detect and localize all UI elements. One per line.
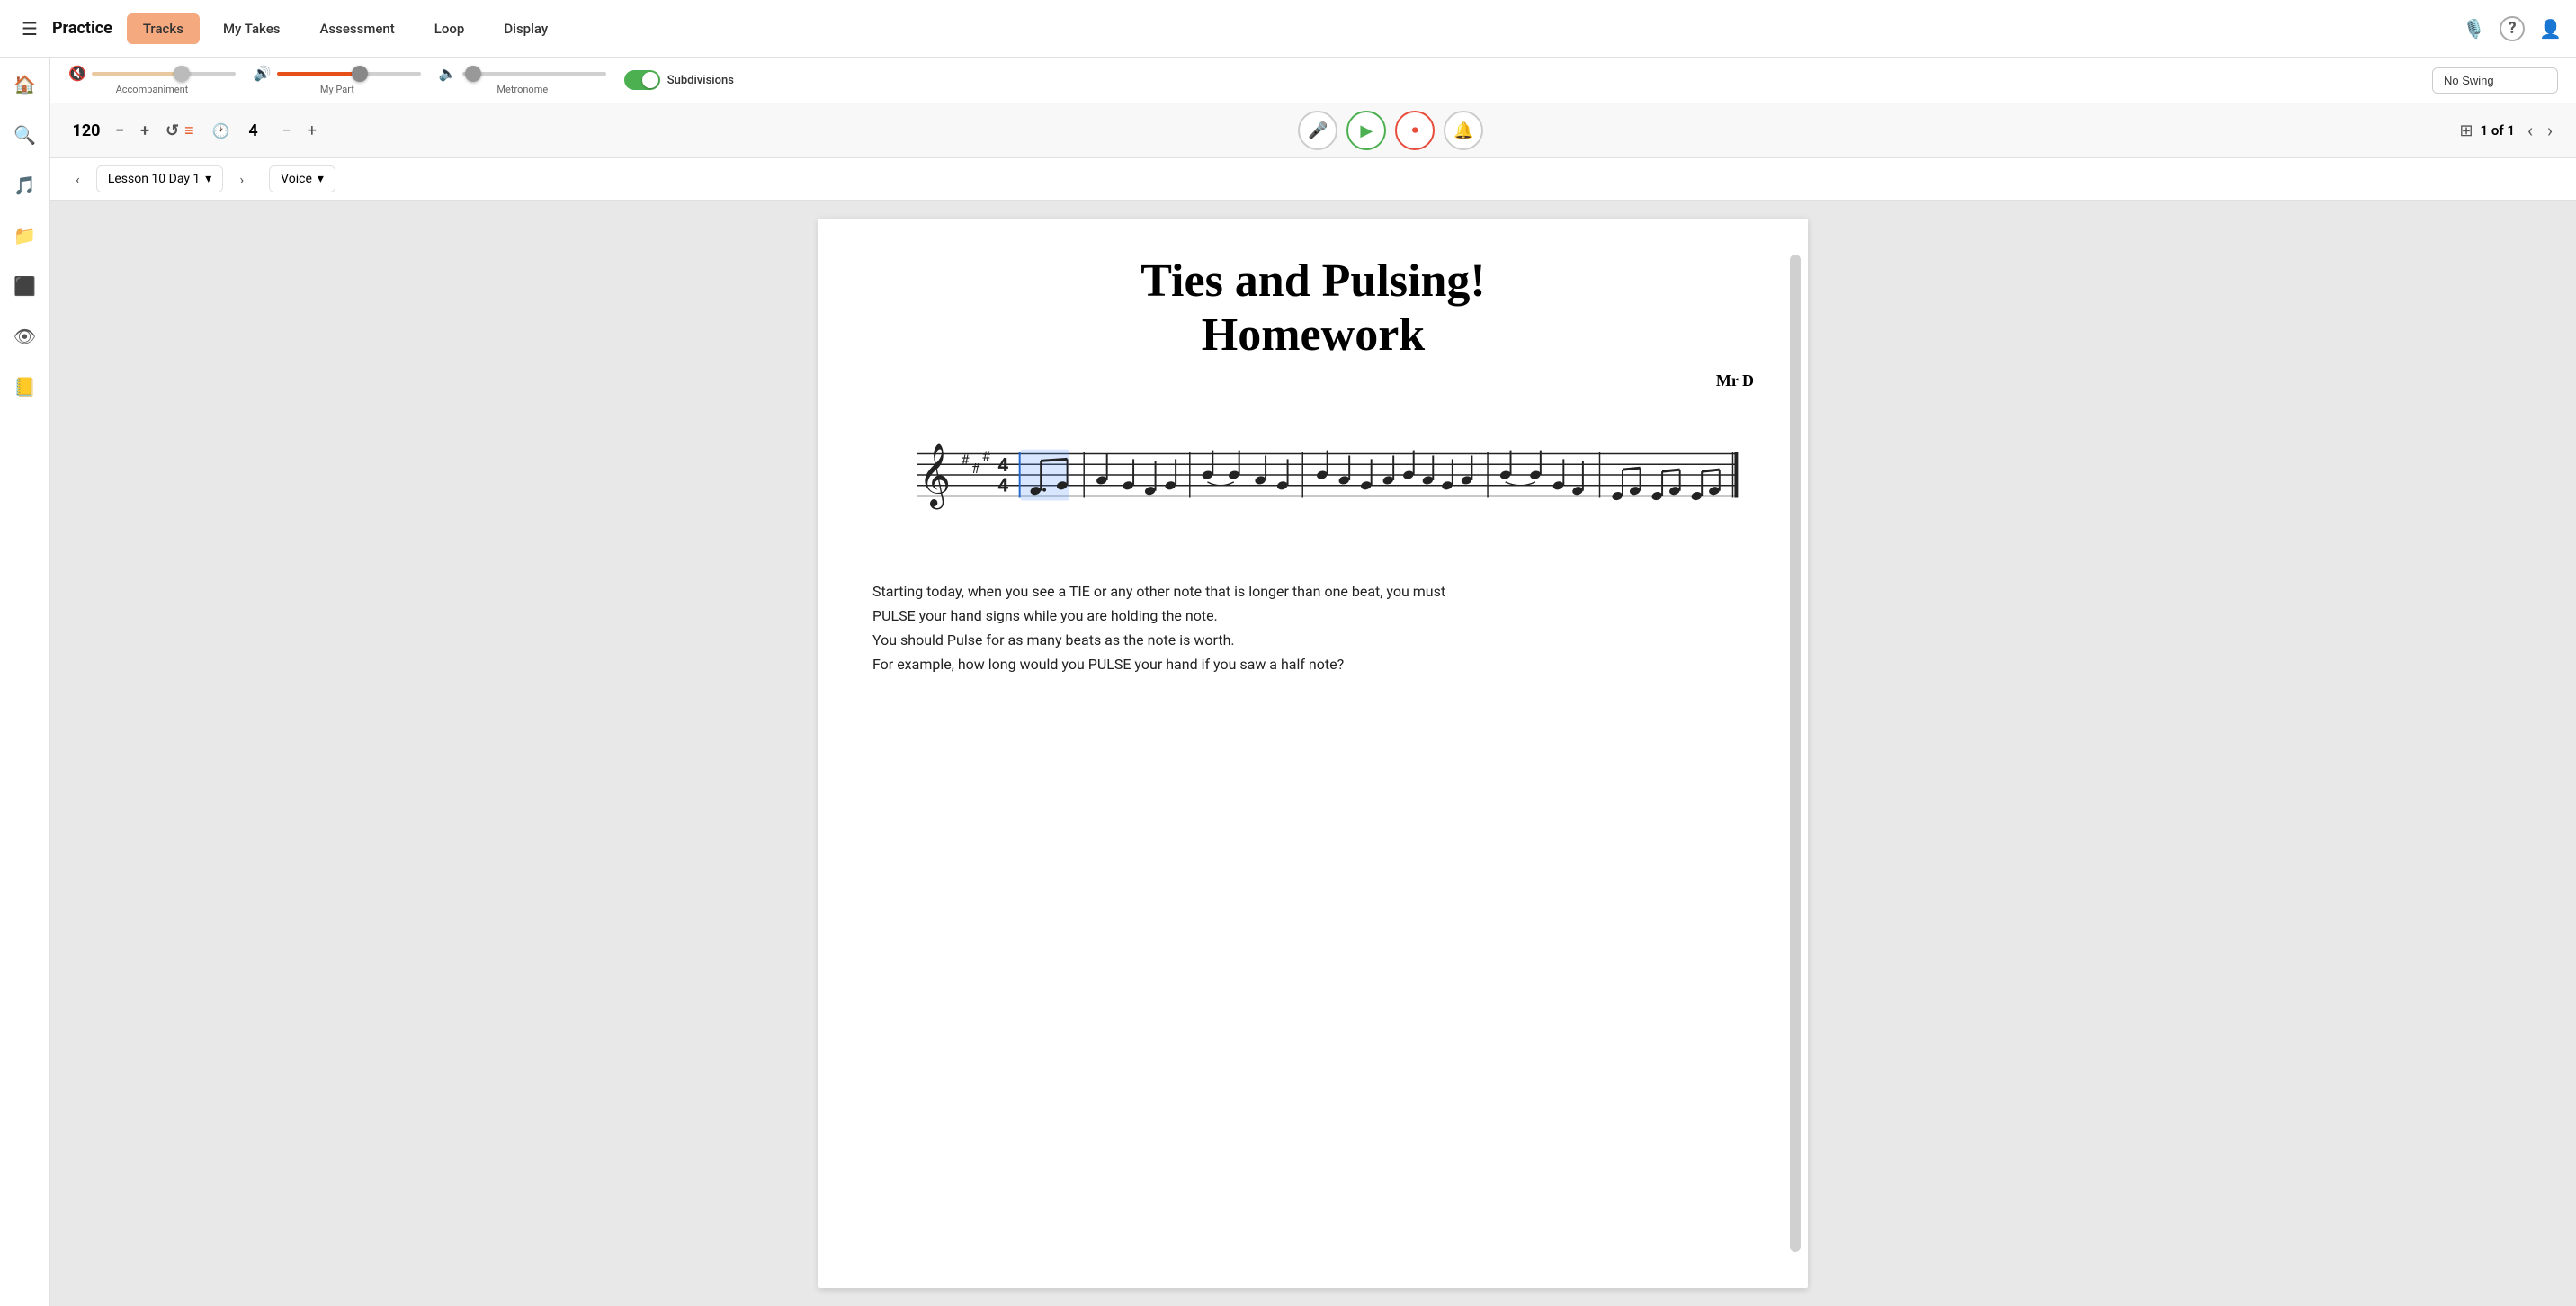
sidebar: 🏠 🔍 🎵 📁 ⬛ 👁 📒 (0, 58, 50, 1306)
play-button[interactable]: ▶ (1346, 111, 1386, 150)
record-icon: ⏺ (1412, 123, 1418, 138)
playback-right: ⊞ 1 of 1 ‹ › (2459, 118, 2558, 143)
top-nav: ☰ Practice Tracks My Takes Assessment Lo… (0, 0, 2576, 58)
voice-selector[interactable]: Voice ▾ (269, 165, 335, 192)
playback-bar: 120 − + ↺ ≡ 🕐 4 − + 🎤 ▶ (50, 103, 2576, 158)
score-composer: Mr D (872, 371, 1754, 390)
page-arrows: ‹ › (2522, 118, 2558, 143)
metronome-label: Metronome (496, 84, 548, 95)
accompaniment-label: Accompaniment (116, 84, 189, 95)
lesson-selector[interactable]: Lesson 10 Day 1 ▾ (96, 165, 224, 192)
my-part-label: My Part (320, 84, 354, 95)
tempo-section: 120 − + ↺ ≡ (68, 120, 194, 142)
filter-icon[interactable]: ≡ (184, 121, 194, 140)
score-area[interactable]: Ties and Pulsing! Homework Mr D 𝄞 (50, 201, 2576, 1306)
lesson-next-button[interactable]: › (232, 167, 251, 192)
svg-text:𝄞: 𝄞 (918, 443, 951, 509)
record-button[interactable]: ⏺ (1395, 111, 1435, 150)
accompaniment-slider[interactable] (92, 72, 236, 76)
beat-count-value: 4 (236, 121, 272, 140)
app-title: Practice (52, 19, 112, 38)
page-view-icon[interactable]: ⊞ (2459, 121, 2473, 140)
svg-text:4: 4 (997, 454, 1008, 477)
mic-button[interactable]: 🎤 (1298, 111, 1337, 150)
nav-tab-loop[interactable]: Loop (418, 13, 481, 44)
playback-controls: 🎤 ▶ ⏺ 🔔 (322, 111, 2459, 150)
page-info: 1 of 1 (2481, 122, 2515, 139)
tempo-increase-button[interactable]: + (135, 120, 155, 142)
help-icon[interactable]: ? (2500, 16, 2525, 41)
microphone-icon[interactable]: 🎙️ (2463, 18, 2485, 40)
desc-line-4: For example, how long would you PULSE yo… (872, 652, 1754, 676)
tempo-reset-icon[interactable]: ↺ (165, 121, 179, 140)
nav-right: 🎙️ ? 👤 (2463, 16, 2562, 41)
svg-text:#: # (961, 451, 970, 468)
lesson-bar: ‹ Lesson 10 Day 1 ▾ › Voice ▾ (50, 158, 2576, 201)
beat-count-section: 🕐 4 − + (212, 120, 322, 142)
clock-icon: 🕐 (212, 122, 230, 139)
lesson-dropdown-icon: ▾ (205, 172, 211, 186)
main-layout: 🏠 🔍 🎵 📁 ⬛ 👁 📒 🔇 Accompaniment (0, 58, 2576, 1306)
score-description: Starting today, when you see a TIE or an… (872, 579, 1754, 677)
voice-dropdown-icon: ▾ (318, 172, 324, 186)
score-title: Ties and Pulsing! Homework (872, 255, 1754, 362)
play-icon: ▶ (1360, 121, 1373, 140)
my-part-section: 🔊 My Part (254, 65, 421, 95)
music-staff-svg: 𝄞 # # # 4 4 (872, 417, 1754, 525)
accompaniment-section: 🔇 Accompaniment (68, 65, 236, 95)
sidebar-folder-icon[interactable]: 📁 (8, 219, 41, 252)
desc-line-1: Starting today, when you see a TIE or an… (872, 579, 1754, 604)
lesson-name: Lesson 10 Day 1 (108, 172, 200, 186)
nav-tab-display[interactable]: Display (487, 13, 564, 44)
metronome-volume-icon[interactable]: 🔈 (439, 65, 457, 82)
metronome-slider[interactable] (462, 72, 606, 76)
metronome-section: 🔈 Metronome (439, 65, 606, 95)
metronome-button[interactable]: 🔔 (1444, 111, 1483, 150)
svg-text:#: # (982, 447, 991, 464)
mic-icon: 🎤 (1308, 121, 1328, 140)
subdivisions-label: Subdivisions (667, 74, 734, 87)
lesson-prev-button[interactable]: ‹ (68, 167, 87, 192)
sidebar-sketchbook-icon[interactable]: 📒 (8, 371, 41, 403)
content-area: 🔇 Accompaniment 🔊 My Part (50, 58, 2576, 1306)
voice-label: Voice (281, 172, 312, 186)
sidebar-layers-icon[interactable]: ⬛ (8, 270, 41, 302)
svg-text:4: 4 (997, 474, 1008, 496)
desc-line-2: PULSE your hand signs while you are hold… (872, 604, 1754, 628)
swing-select[interactable]: No Swing Light Swing Medium Swing Heavy … (2432, 67, 2558, 94)
subdivisions-toggle[interactable] (624, 70, 660, 90)
page-next-arrow[interactable]: › (2542, 118, 2558, 143)
sidebar-eye-icon[interactable]: 👁 (8, 320, 41, 353)
beat-increase-button[interactable]: + (302, 120, 322, 142)
sidebar-home-icon[interactable]: 🏠 (8, 68, 41, 101)
nav-tab-assessment[interactable]: Assessment (303, 13, 410, 44)
tempo-value: 120 (68, 121, 104, 140)
beat-decrease-button[interactable]: − (277, 120, 297, 142)
sidebar-music-icon[interactable]: 🎵 (8, 169, 41, 201)
svg-text:#: # (971, 460, 980, 477)
account-icon[interactable]: 👤 (2539, 18, 2562, 40)
accompaniment-mute-icon[interactable]: 🔇 (68, 65, 86, 82)
hamburger-menu[interactable]: ☰ (14, 11, 45, 47)
swing-container: No Swing Light Swing Medium Swing Heavy … (2432, 67, 2558, 94)
sidebar-search-icon[interactable]: 🔍 (8, 119, 41, 151)
desc-line-3: You should Pulse for as many beats as th… (872, 628, 1754, 652)
my-part-slider[interactable] (277, 72, 421, 76)
nav-tab-tracks[interactable]: Tracks (127, 13, 200, 44)
tempo-decrease-button[interactable]: − (110, 120, 130, 142)
subdivisions-section: Subdivisions (624, 70, 734, 90)
nav-tab-my-takes[interactable]: My Takes (207, 13, 297, 44)
metronome-icon: 🔔 (1453, 121, 1473, 140)
score-page: Ties and Pulsing! Homework Mr D 𝄞 (818, 219, 1808, 1288)
controls-bar: 🔇 Accompaniment 🔊 My Part (50, 58, 2576, 103)
my-part-volume-icon[interactable]: 🔊 (254, 65, 272, 82)
page-prev-arrow[interactable]: ‹ (2522, 118, 2538, 143)
notation-area: 𝄞 # # # 4 4 (872, 417, 1754, 525)
